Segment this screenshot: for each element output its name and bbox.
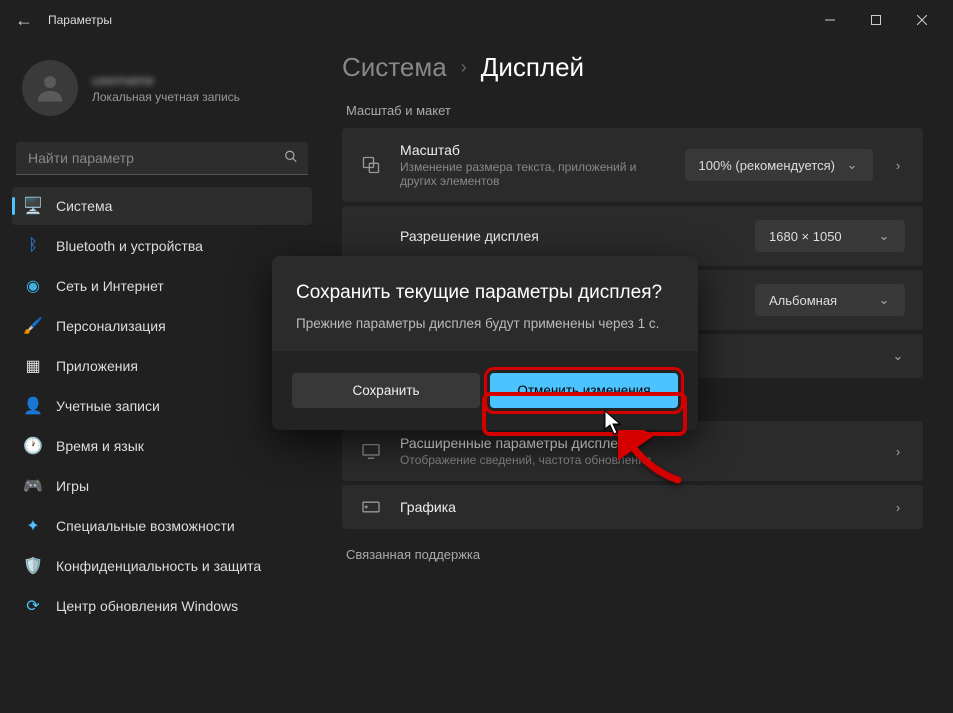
section-support-label: Связанная поддержка [346,547,923,562]
sidebar-item-label: Персонализация [56,318,166,334]
sidebar: username Локальная учетная запись 🖥️ Сист… [12,40,312,701]
row-title: Графика [400,499,873,515]
sidebar-item-label: Приложения [56,358,138,374]
chevron-down-icon[interactable]: ⌄ [891,348,905,364]
clock-icon: 🕐 [24,437,42,455]
sidebar-item-network[interactable]: ◉ Сеть и Интернет [12,267,312,305]
dialog-message: Прежние параметры дисплея будут применен… [296,316,674,331]
chevron-right-icon[interactable]: › [891,444,905,459]
sidebar-item-update[interactable]: ⟳ Центр обновления Windows [12,587,312,625]
save-button[interactable]: Сохранить [292,373,480,408]
sidebar-item-accessibility[interactable]: ✦ Специальные возможности [12,507,312,545]
chevron-right-icon[interactable]: › [891,500,905,515]
window-title: Параметры [48,13,112,27]
dialog-title: Сохранить текущие параметры дисплея? [296,282,674,304]
avatar-icon [22,60,78,116]
sidebar-item-label: Система [56,198,112,214]
breadcrumb: Система › Дисплей [342,52,923,83]
row-subtitle: Изменение размера текста, приложений и д… [400,160,667,188]
window-controls [807,4,945,36]
scale-icon [360,155,382,175]
dialog-body: Сохранить текущие параметры дисплея? Пре… [272,256,698,351]
sidebar-item-apps[interactable]: ▦ Приложения [12,347,312,385]
shield-icon: 🛡️ [24,557,42,575]
graphics-icon [360,499,382,515]
sidebar-item-bluetooth[interactable]: ᛒ Bluetooth и устройства [12,227,312,265]
sidebar-item-label: Конфиденциальность и защита [56,558,261,574]
gamepad-icon: 🎮 [24,477,42,495]
sidebar-item-gaming[interactable]: 🎮 Игры [12,467,312,505]
sidebar-item-label: Сеть и Интернет [56,278,164,294]
chevron-right-icon: › [461,57,467,78]
search-icon [284,149,298,168]
maximize-button[interactable] [853,4,899,36]
close-button[interactable] [899,4,945,36]
nav-list: 🖥️ Система ᛒ Bluetooth и устройства ◉ Сеть … [12,187,312,625]
profile-text: username Локальная учетная запись [92,72,240,104]
section-scale-label: Масштаб и макет [346,103,923,118]
titlebar: ← Параметры [0,0,953,40]
accessibility-icon: ✦ [24,517,42,535]
apps-icon: ▦ [24,357,42,375]
row-title: Разрешение дисплея [400,228,737,244]
sidebar-item-label: Учетные записи [56,398,160,414]
revert-button[interactable]: Отменить изменения [490,373,678,408]
sidebar-item-time-language[interactable]: 🕐 Время и язык [12,427,312,465]
sidebar-item-label: Время и язык [56,438,144,454]
sidebar-item-label: Игры [56,478,89,494]
row-text: Масштаб Изменение размера текста, прилож… [400,142,667,188]
chevron-down-icon: ⌄ [877,228,891,244]
sidebar-item-label: Центр обновления Windows [56,598,238,614]
update-icon: ⟳ [24,597,42,615]
brush-icon: 🖌️ [24,317,42,335]
bluetooth-icon: ᛒ [24,237,42,255]
row-advanced-display[interactable]: Расширенные параметры дисплея Отображени… [342,421,923,481]
breadcrumb-current: Дисплей [481,52,584,83]
profile[interactable]: username Локальная учетная запись [12,40,312,136]
chevron-right-icon[interactable]: › [891,158,905,173]
scale-dropdown[interactable]: 100% (рекомендуется)⌄ [685,149,873,181]
search-input[interactable] [16,142,308,175]
search-box[interactable] [16,142,308,175]
sidebar-item-system[interactable]: 🖥️ Система [12,187,312,225]
resolution-dropdown[interactable]: 1680 × 1050⌄ [755,220,905,252]
minimize-button[interactable] [807,4,853,36]
row-text: Разрешение дисплея [400,228,737,244]
profile-subtitle: Локальная учетная запись [92,90,240,104]
sidebar-item-personalization[interactable]: 🖌️ Персонализация [12,307,312,345]
monitor-icon: 🖥️ [24,197,42,215]
row-text: Расширенные параметры дисплея Отображени… [400,435,873,467]
row-subtitle: Отображение сведений, частота обновления [400,453,873,467]
sidebar-item-label: Специальные возможности [56,518,235,534]
sidebar-item-label: Bluetooth и устройства [56,238,203,254]
display-icon [360,443,382,459]
row-title: Расширенные параметры дисплея [400,435,873,451]
row-text: Графика [400,499,873,515]
row-title: Масштаб [400,142,667,158]
sidebar-item-accounts[interactable]: 👤 Учетные записи [12,387,312,425]
sidebar-item-privacy[interactable]: 🛡️ Конфиденциальность и защита [12,547,312,585]
breadcrumb-parent[interactable]: Система [342,52,447,83]
orientation-dropdown[interactable]: Альбомная⌄ [755,284,905,316]
confirm-dialog: Сохранить текущие параметры дисплея? Пре… [272,256,698,430]
wifi-icon: ◉ [24,277,42,295]
chevron-down-icon: ⌄ [877,292,891,308]
row-graphics[interactable]: Графика › [342,485,923,529]
profile-name: username [92,72,240,88]
row-scale[interactable]: Масштаб Изменение размера текста, прилож… [342,128,923,202]
dialog-actions: Сохранить Отменить изменения [272,351,698,430]
back-button[interactable]: ← [8,4,40,36]
user-icon: 👤 [24,397,42,415]
chevron-down-icon: ⌄ [845,157,859,173]
